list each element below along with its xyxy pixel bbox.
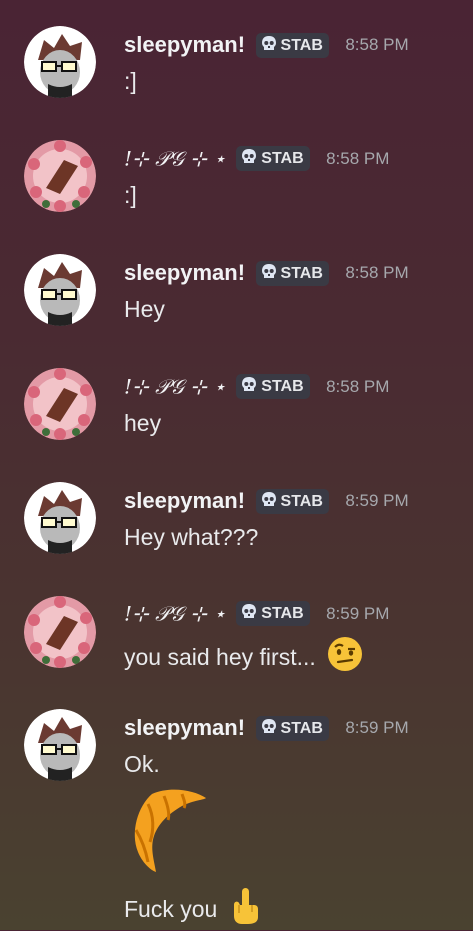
timestamp: 8:58 PM bbox=[345, 35, 409, 54]
avatar-pg[interactable] bbox=[24, 596, 96, 668]
message-text: Hey bbox=[124, 296, 165, 322]
author-name[interactable]: !⊹ 𝒫𝒢 ⊹ ⋆ bbox=[124, 375, 226, 399]
author-name[interactable]: sleepyman! bbox=[124, 715, 245, 740]
skull-icon bbox=[261, 491, 276, 506]
message-text-row: you said hey first... bbox=[124, 635, 364, 679]
tag-label: STAB bbox=[261, 605, 304, 622]
skull-icon bbox=[242, 377, 257, 391]
message-text-row: Fuck you bbox=[124, 887, 262, 931]
server-tag[interactable]: STAB bbox=[236, 374, 310, 399]
message-text: :] bbox=[124, 182, 137, 208]
message-text: hey bbox=[124, 410, 162, 436]
timestamp: 8:59 PM bbox=[326, 603, 390, 623]
tag-label: STAB bbox=[261, 378, 304, 395]
face-with-raised-eyebrow-emoji[interactable] bbox=[326, 635, 364, 679]
author-name[interactable]: !⊹ 𝒫𝒢 ⊹ ⋆ bbox=[124, 602, 226, 626]
author-name[interactable]: !⊹ 𝒫𝒢 ⊹ ⋆ bbox=[124, 147, 226, 171]
server-tag[interactable]: STAB bbox=[236, 146, 310, 171]
timestamp: 8:58 PM bbox=[326, 148, 390, 168]
tag-label: STAB bbox=[280, 492, 323, 510]
tag-label: STAB bbox=[280, 719, 323, 737]
skull-icon bbox=[261, 263, 276, 278]
avatar-pg[interactable] bbox=[24, 140, 96, 212]
tag-label: STAB bbox=[280, 264, 323, 282]
skull-icon bbox=[261, 35, 276, 50]
server-tag[interactable]: STAB bbox=[255, 260, 329, 286]
message-text: :] bbox=[124, 68, 137, 94]
avatar-sleepyman[interactable] bbox=[24, 482, 96, 554]
croissant-emoji[interactable] bbox=[124, 786, 208, 881]
skull-icon bbox=[242, 149, 257, 163]
avatar-sleepyman[interactable] bbox=[24, 709, 96, 781]
skull-icon bbox=[261, 718, 276, 733]
timestamp: 8:58 PM bbox=[345, 263, 409, 282]
tag-label: STAB bbox=[261, 150, 304, 167]
avatar-sleepyman[interactable] bbox=[24, 26, 96, 98]
message-text: Ok. bbox=[124, 751, 160, 777]
server-tag[interactable]: STAB bbox=[236, 601, 310, 626]
server-tag[interactable]: STAB bbox=[255, 32, 329, 58]
author-name[interactable]: sleepyman! bbox=[124, 488, 245, 513]
author-name[interactable]: sleepyman! bbox=[124, 32, 245, 57]
timestamp: 8:59 PM bbox=[345, 718, 409, 737]
message-text: Hey what??? bbox=[124, 524, 259, 550]
skull-icon bbox=[242, 604, 257, 618]
server-tag[interactable]: STAB bbox=[255, 715, 329, 741]
avatar-sleepyman[interactable] bbox=[24, 254, 96, 326]
middle-finger-emoji[interactable] bbox=[228, 887, 262, 931]
server-tag[interactable]: STAB bbox=[255, 488, 329, 514]
timestamp: 8:58 PM bbox=[326, 376, 390, 396]
tag-label: STAB bbox=[280, 36, 323, 54]
avatar-pg[interactable] bbox=[24, 368, 96, 440]
author-name[interactable]: sleepyman! bbox=[124, 260, 245, 285]
timestamp: 8:59 PM bbox=[345, 491, 409, 510]
message-text: you said hey first... bbox=[124, 644, 316, 670]
message-text: Fuck you bbox=[124, 896, 218, 922]
